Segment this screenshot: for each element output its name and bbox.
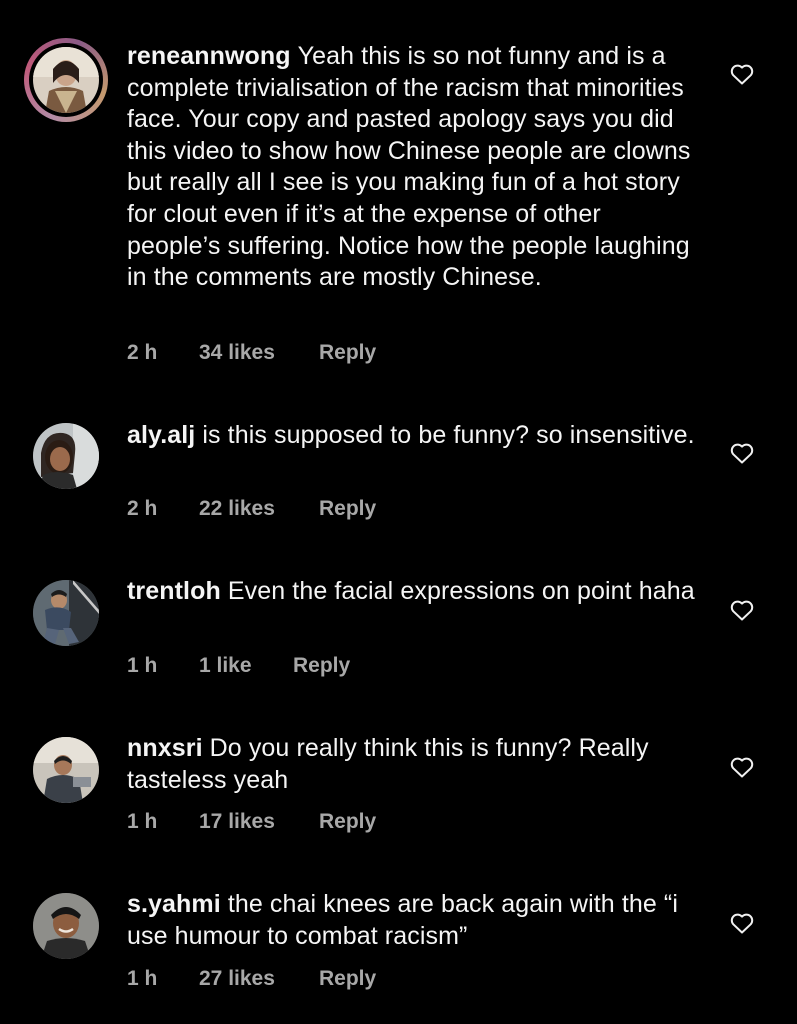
reply-button[interactable]: Reply xyxy=(319,494,376,524)
comment-time: 2 h xyxy=(127,497,158,520)
avatar[interactable] xyxy=(33,893,99,959)
comment-text: Even the facial expressions on point hah… xyxy=(227,577,695,605)
heart-outline-icon[interactable] xyxy=(730,63,754,85)
avatar[interactable] xyxy=(33,580,99,646)
avatar[interactable] xyxy=(33,423,99,489)
avatar[interactable] xyxy=(24,38,108,122)
comment-text: Yeah this is so not funny and is a compl… xyxy=(127,42,691,292)
heart-outline-icon[interactable] xyxy=(730,442,754,464)
comment-likes[interactable]: 1 like xyxy=(199,651,252,681)
heart-outline-icon[interactable] xyxy=(730,599,754,621)
reply-button[interactable]: Reply xyxy=(319,807,376,837)
avatar[interactable] xyxy=(33,737,99,803)
comment-likes[interactable]: 17 likes xyxy=(199,807,275,837)
comment-username[interactable]: reneannwong xyxy=(127,42,291,70)
comment-username[interactable]: aly.alj xyxy=(127,421,195,449)
comment-likes[interactable]: 27 likes xyxy=(199,964,275,994)
comment-time: 1 h xyxy=(127,810,158,833)
comment-text: Do you really think this is funny? Reall… xyxy=(127,734,649,794)
heart-outline-icon[interactable] xyxy=(730,912,754,934)
reply-button[interactable]: Reply xyxy=(319,964,376,994)
comment-time: 1 h xyxy=(127,654,158,677)
comment-username[interactable]: trentloh xyxy=(127,577,221,605)
comment-likes[interactable]: 22 likes xyxy=(199,494,275,524)
comment-username[interactable]: s.yahmi xyxy=(127,890,221,918)
heart-outline-icon[interactable] xyxy=(730,756,754,778)
reply-button[interactable]: Reply xyxy=(293,651,350,681)
comment-text: is this supposed to be funny? so insensi… xyxy=(202,421,695,449)
comment-username[interactable]: nnxsri xyxy=(127,734,203,762)
comment-time: 1 h xyxy=(127,967,158,990)
comment-time: 2 h xyxy=(127,341,158,364)
reply-button[interactable]: Reply xyxy=(319,338,376,368)
comment-likes[interactable]: 34 likes xyxy=(199,338,275,368)
